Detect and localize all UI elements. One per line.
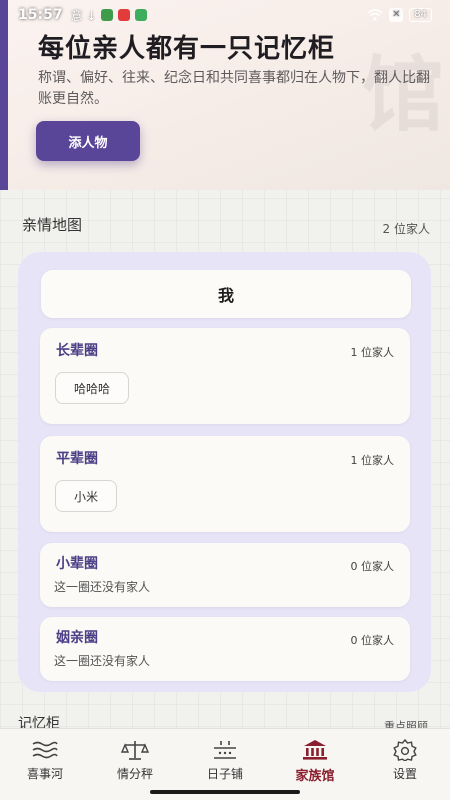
status-bar: 15:57 意 ↓ ✕ 84 — [0, 0, 450, 30]
wifi-icon — [367, 9, 383, 21]
member-chip[interactable]: 哈哈哈 — [55, 372, 130, 404]
chat-app-icon — [135, 9, 148, 21]
scale-icon — [120, 741, 150, 760]
nav-item-settings[interactable]: 设置 — [360, 729, 450, 800]
family-map-title: 亲情地图 — [22, 216, 83, 234]
home-indicator — [150, 790, 300, 794]
gear-icon — [393, 739, 417, 761]
status-right-group: ✕ 84 — [367, 8, 432, 22]
circle-count: 1 位家人 — [350, 454, 395, 467]
circle-count: 1 位家人 — [350, 346, 395, 359]
video-app-icon — [118, 9, 131, 21]
circle-empty-text: 这一圈还没有家人 — [54, 580, 151, 594]
add-person-button[interactable]: 添人物 — [36, 121, 140, 161]
member-chip[interactable]: 小米 — [55, 480, 118, 512]
waves-icon — [32, 741, 58, 759]
me-card[interactable]: 我 — [41, 270, 411, 318]
circle-card-elders[interactable]: 长辈圈 1 位家人 哈哈哈 — [40, 328, 410, 424]
nav-label: 喜事河 — [26, 767, 63, 781]
hero-title: 每位亲人都有一只记忆柜 — [38, 34, 336, 64]
nav-label: 设置 — [392, 767, 417, 781]
circle-card-in-laws[interactable]: 姻亲圈 0 位家人 这一圈还没有家人 — [40, 617, 410, 681]
hero-subtitle: 称谓、偏好、往来、纪念日和共同喜事都归在人物下，翻人比翻账更自然。 — [38, 70, 430, 107]
circle-card-juniors[interactable]: 小辈圈 0 位家人 这一圈还没有家人 — [40, 543, 410, 607]
circle-name: 平辈圈 — [56, 451, 98, 467]
circle-name: 姻亲圈 — [56, 630, 98, 646]
circle-card-peers[interactable]: 平辈圈 1 位家人 小米 — [40, 436, 410, 532]
calendar-grid-icon — [214, 741, 236, 759]
circle-count: 0 位家人 — [350, 634, 395, 647]
circle-name: 小辈圈 — [56, 556, 98, 572]
circle-count: 0 位家人 — [350, 560, 395, 573]
nav-item-happy-river[interactable]: 喜事河 — [0, 729, 90, 800]
notification-app-icon — [101, 9, 114, 21]
circle-name: 长辈圈 — [56, 343, 98, 359]
nav-label: 家族馆 — [295, 769, 335, 784]
nav-label: 日子铺 — [206, 767, 243, 781]
nav-label: 情分秤 — [116, 767, 153, 781]
battery-level: 84 — [409, 8, 432, 22]
family-map-count: 2 位家人 — [382, 222, 430, 236]
circle-empty-text: 这一圈还没有家人 — [54, 654, 151, 668]
status-time: 15:57 — [18, 7, 63, 23]
status-notice: 意 ↓ — [70, 8, 97, 23]
museum-icon — [303, 740, 327, 760]
sim-disabled-icon: ✕ — [389, 8, 404, 22]
